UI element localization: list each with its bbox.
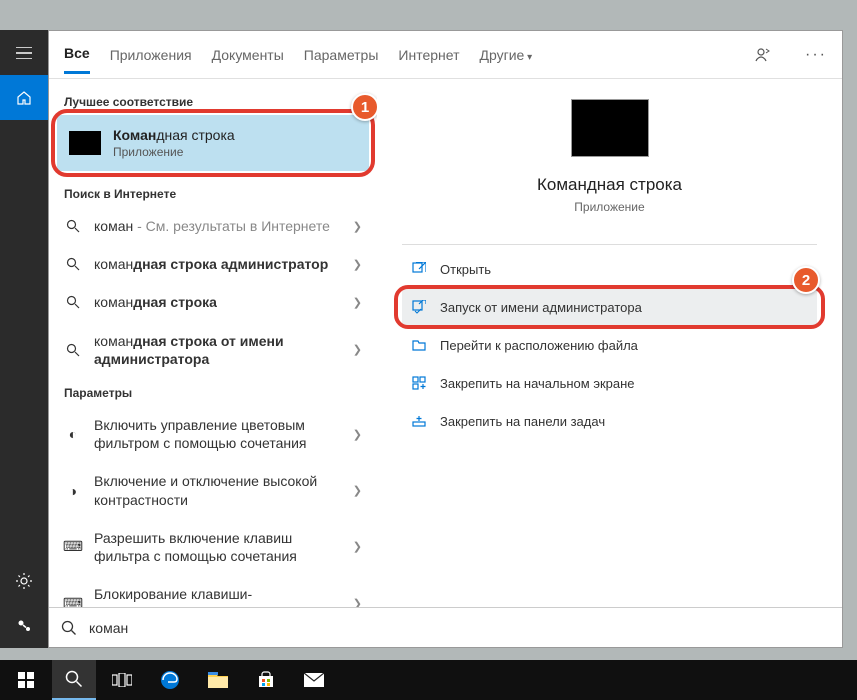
cmd-icon	[69, 131, 101, 155]
search-icon	[64, 217, 82, 235]
tab-other[interactable]: Другие	[480, 47, 533, 73]
color-filter-icon: ◐	[64, 425, 82, 443]
tab-all[interactable]: Все	[64, 45, 90, 74]
feedback-icon[interactable]	[752, 46, 770, 64]
tab-internet[interactable]: Интернет	[398, 47, 459, 73]
best-match-title: Командная строка	[113, 127, 235, 143]
folder-icon	[410, 336, 428, 354]
action-pin-taskbar[interactable]: Закрепить на панели задач	[402, 402, 817, 440]
tab-settings[interactable]: Параметры	[304, 47, 379, 73]
keyboard-icon: ⌨	[64, 594, 82, 607]
section-settings: Параметры	[49, 378, 377, 406]
taskbar-search-button[interactable]	[52, 660, 96, 700]
preview-title: Командная строка	[537, 175, 682, 195]
action-open[interactable]: Открыть	[402, 250, 817, 288]
preview-subtitle: Приложение	[574, 200, 644, 214]
best-match-result[interactable]: Командная строка Приложение 1	[57, 115, 369, 171]
section-best-match: Лучшее соответствие	[49, 87, 377, 115]
share-sidebar-button[interactable]	[0, 603, 48, 648]
action-pin-start[interactable]: Закрепить на начальном экране	[402, 364, 817, 402]
contrast-icon: ◑	[64, 482, 82, 500]
setting-result-0[interactable]: ◐ Включить управление цветовым фильтром …	[49, 406, 377, 462]
setting-result-3[interactable]: ⌨ Блокирование клавиши-модификатора зали…	[49, 575, 377, 607]
action-open-location[interactable]: Перейти к расположению файла	[402, 326, 817, 364]
menu-button[interactable]	[0, 30, 48, 75]
setting-result-2[interactable]: ⌨ Разрешить включение клавиш фильтра с п…	[49, 519, 377, 575]
section-web: Поиск в Интернете	[49, 179, 377, 207]
more-icon[interactable]: ···	[805, 46, 827, 64]
start-button[interactable]	[4, 660, 48, 700]
taskbar-taskview-button[interactable]	[100, 660, 144, 700]
search-icon	[64, 341, 82, 359]
taskbar-mail-button[interactable]	[292, 660, 336, 700]
chevron-right-icon: ❯	[353, 220, 362, 233]
action-run-as-admin[interactable]: Запуск от имени администратора 2	[402, 288, 817, 326]
search-icon	[64, 293, 82, 311]
chevron-right-icon: ❯	[353, 597, 362, 607]
annotation-badge-1: 1	[351, 93, 377, 121]
admin-icon	[410, 298, 428, 316]
chevron-right-icon: ❯	[353, 343, 362, 356]
taskbar-edge-button[interactable]	[148, 660, 192, 700]
keyboard-icon: ⌨	[64, 538, 82, 556]
taskbar-explorer-button[interactable]	[196, 660, 240, 700]
web-result-0[interactable]: коман - См. результаты в Интернете ❯	[49, 207, 377, 245]
chevron-right-icon: ❯	[353, 296, 362, 309]
setting-result-1[interactable]: ◑ Включение и отключение высокой контрас…	[49, 462, 377, 518]
pin-start-icon	[410, 374, 428, 392]
home-button[interactable]	[0, 75, 48, 120]
search-icon	[61, 620, 77, 636]
tab-docs[interactable]: Документы	[212, 47, 284, 73]
web-result-2[interactable]: командная строка ❯	[49, 283, 377, 321]
search-icon	[64, 255, 82, 273]
chevron-right-icon: ❯	[353, 428, 362, 441]
taskbar-store-button[interactable]	[244, 660, 288, 700]
chevron-right-icon: ❯	[353, 540, 362, 553]
chevron-right-icon: ❯	[353, 258, 362, 271]
web-result-1[interactable]: командная строка администратор ❯	[49, 245, 377, 283]
web-result-3[interactable]: командная строка от имени администратора…	[49, 322, 377, 378]
preview-thumbnail	[571, 99, 649, 157]
tab-apps[interactable]: Приложения	[110, 47, 192, 73]
best-match-subtitle: Приложение	[113, 145, 235, 159]
open-icon	[410, 260, 428, 278]
settings-sidebar-button[interactable]	[0, 558, 48, 603]
annotation-badge-2: 2	[792, 266, 820, 294]
search-input[interactable]: коман	[89, 620, 128, 636]
pin-taskbar-icon	[410, 412, 428, 430]
chevron-right-icon: ❯	[353, 484, 362, 497]
